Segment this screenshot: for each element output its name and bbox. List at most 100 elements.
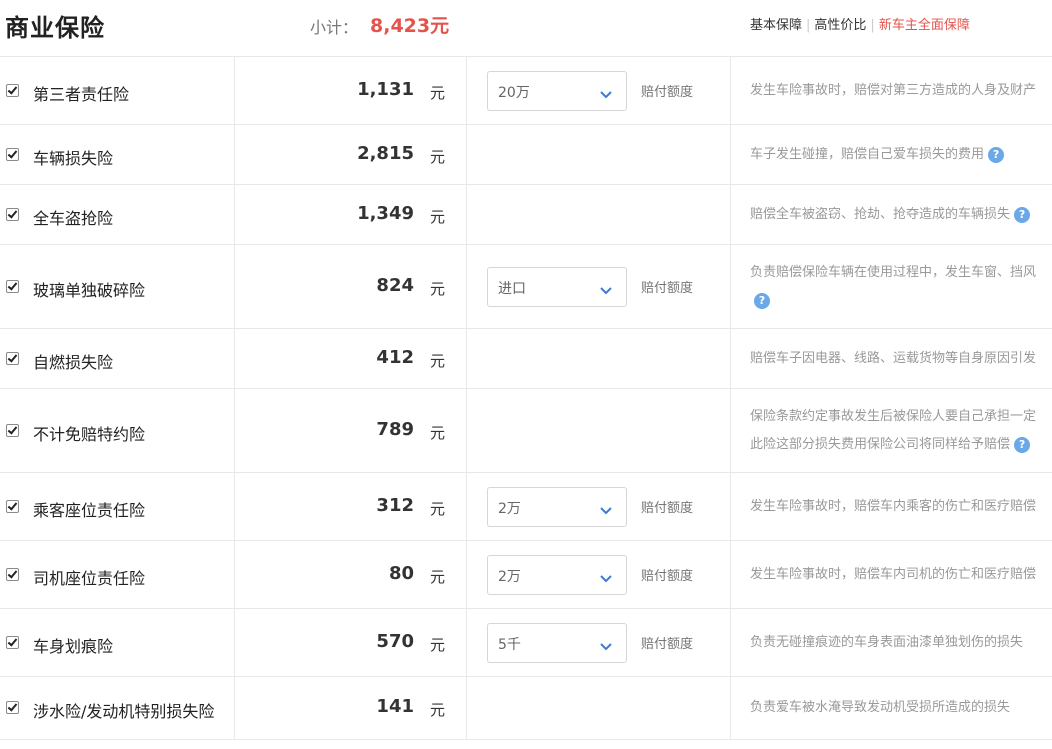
description: 发生车险事故时，赔偿车内司机的伤亡和医疗赔偿 <box>750 561 1052 589</box>
coverage-amount-select[interactable]: 2万 <box>487 555 627 595</box>
coverage-checkbox[interactable] <box>6 701 19 714</box>
select-value: 2万 <box>498 501 521 517</box>
description: 发生车险事故时，赔偿对第三方造成的人身及财产 <box>750 77 1052 105</box>
help-icon[interactable]: ? <box>1014 436 1031 453</box>
insurance-name: 司机座位责任险 <box>33 569 146 588</box>
divider <box>466 541 467 609</box>
coverage-checkbox[interactable] <box>6 208 19 221</box>
help-icon[interactable]: ? <box>754 292 770 309</box>
currency-unit: 元 <box>430 280 446 298</box>
coverage-amount-select[interactable]: 5千 <box>487 623 627 663</box>
select-value: 进口 <box>498 281 526 297</box>
description: 赔偿全车被盗窃、抢劫、抢夺造成的车辆损失? <box>750 201 1052 229</box>
coverage-amount-select[interactable]: 2万 <box>487 487 627 527</box>
table-row: 车身划痕险 570 元 5千 赔付额度 负责无碰撞痕迹的车身表面油漆单独划伤的损失 <box>0 608 1052 677</box>
premium-amount: 412 <box>376 347 414 368</box>
coverage-amount-select[interactable]: 进口 <box>487 267 627 307</box>
description-text: 负责赔偿保险车辆在使用过程中，发生车窗、挡风 <box>750 265 1037 280</box>
divider <box>466 473 467 541</box>
description-line: 此险这部分损失费用保险公司将同样给予赔偿? <box>750 431 1052 459</box>
premium-amount: 1,131 <box>357 79 414 100</box>
premium-amount: 2,815 <box>357 143 414 164</box>
divider <box>234 185 235 245</box>
insurance-name: 全车盗抢险 <box>33 209 114 228</box>
table-row: 全车盗抢险 1,349 元 赔偿全车被盗窃、抢劫、抢夺造成的车辆损失? <box>0 184 1052 245</box>
help-icon[interactable]: ? <box>988 146 1005 163</box>
coverage-checkbox[interactable] <box>6 352 19 365</box>
coverage-label: 赔付额度 <box>641 85 694 100</box>
table-row: 乘客座位责任险 312 元 2万 赔付额度 发生车险事故时，赔偿车内乘客的伤亡和医疗赔… <box>0 472 1052 541</box>
insurance-name: 第三者责任险 <box>33 85 130 104</box>
divider <box>730 473 731 541</box>
plan-basic[interactable]: 基本保障 <box>750 18 802 33</box>
description: 负责爱车被水淹导致发动机受损所造成的损失 <box>750 694 1052 722</box>
help-icon[interactable]: ? <box>1014 206 1031 223</box>
premium-amount: 312 <box>376 495 414 516</box>
coverage-checkbox[interactable] <box>6 148 19 161</box>
coverage-checkbox[interactable] <box>6 280 19 293</box>
description: 车子发生碰撞，赔偿自己爱车损失的费用? <box>750 141 1052 169</box>
subtotal-label: 小计： <box>310 18 359 37</box>
description-line: 发生车险事故时，赔偿对第三方造成的人身及财产 <box>750 77 1052 105</box>
subtotal-value: 8,423元 <box>370 15 450 37</box>
description-line: 车子发生碰撞，赔偿自己爱车损失的费用? <box>750 141 1052 169</box>
divider <box>234 473 235 541</box>
currency-unit: 元 <box>430 636 446 654</box>
select-value: 5千 <box>498 637 521 653</box>
divider <box>466 677 467 739</box>
select-value: 2万 <box>498 569 521 585</box>
divider <box>730 57 731 125</box>
divider <box>234 57 235 125</box>
description-line: 负责赔偿保险车辆在使用过程中，发生车窗、挡风 <box>750 259 1052 287</box>
description-line: 赔偿车子因电器、线路、运载货物等自身原因引发 <box>750 345 1052 373</box>
table-row: 自燃损失险 412 元 赔偿车子因电器、线路、运载货物等自身原因引发 <box>0 328 1052 389</box>
plan-selector: 基本保障 | 高性价比 | 新车主全面保障 <box>750 14 970 33</box>
description-line: 保险条款约定事故发生后被保险人要自己承担一定 <box>750 403 1052 431</box>
divider <box>730 329 731 389</box>
divider <box>730 185 731 245</box>
header: 商业保险 小计： 8,423元 基本保障 | 高性价比 | 新车主全面保障 <box>0 0 1052 56</box>
chevron-down-icon <box>600 84 612 99</box>
divider <box>466 329 467 389</box>
divider: | <box>870 18 875 33</box>
currency-unit: 元 <box>430 701 446 719</box>
chevron-down-icon <box>600 280 612 295</box>
coverage-checkbox[interactable] <box>6 500 19 513</box>
description-text: 赔偿全车被盗窃、抢劫、抢夺造成的车辆损失 <box>750 207 1011 222</box>
currency-unit: 元 <box>430 84 446 102</box>
insurance-name: 自燃损失险 <box>33 353 114 372</box>
divider <box>234 541 235 609</box>
description: 赔偿车子因电器、线路、运载货物等自身原因引发 <box>750 345 1052 373</box>
divider <box>466 609 467 677</box>
coverage-checkbox[interactable] <box>6 636 19 649</box>
coverage-checkbox[interactable] <box>6 424 19 437</box>
description-line: 发生车险事故时，赔偿车内司机的伤亡和医疗赔偿 <box>750 561 1052 589</box>
description-text: 此险这部分损失费用保险公司将同样给予赔偿 <box>750 437 1011 452</box>
currency-unit: 元 <box>430 148 446 166</box>
table-row: 玻璃单独破碎险 824 元 进口 赔付额度 负责赔偿保险车辆在使用过程中，发生车窗、挡… <box>0 244 1052 329</box>
divider <box>730 609 731 677</box>
coverage-amount-select[interactable]: 20万 <box>487 71 627 111</box>
description-text: 负责爱车被水淹导致发动机受损所造成的损失 <box>750 700 1011 715</box>
premium-amount: 824 <box>376 275 414 296</box>
description-text: 赔偿车子因电器、线路、运载货物等自身原因引发 <box>750 351 1037 366</box>
divider <box>234 389 235 473</box>
divider <box>730 677 731 739</box>
divider <box>730 245 731 329</box>
insurance-name: 乘客座位责任险 <box>33 501 146 520</box>
plan-value[interactable]: 高性价比 <box>814 18 866 33</box>
description-line: 负责无碰撞痕迹的车身表面油漆单独划伤的损失 <box>750 629 1052 657</box>
table-row: 司机座位责任险 80 元 2万 赔付额度 发生车险事故时，赔偿车内司机的伤亡和医疗赔偿 <box>0 540 1052 609</box>
insurance-name: 玻璃单独破碎险 <box>33 281 146 300</box>
plan-comprehensive[interactable]: 新车主全面保障 <box>879 18 970 33</box>
divider <box>466 125 467 185</box>
divider <box>466 245 467 329</box>
chevron-down-icon <box>600 636 612 651</box>
divider <box>730 125 731 185</box>
coverage-checkbox[interactable] <box>6 84 19 97</box>
insurance-name: 不计免赔特约险 <box>33 425 146 444</box>
chevron-down-icon <box>600 500 612 515</box>
coverage-checkbox[interactable] <box>6 568 19 581</box>
insurance-name: 车辆损失险 <box>33 149 114 168</box>
divider <box>234 125 235 185</box>
